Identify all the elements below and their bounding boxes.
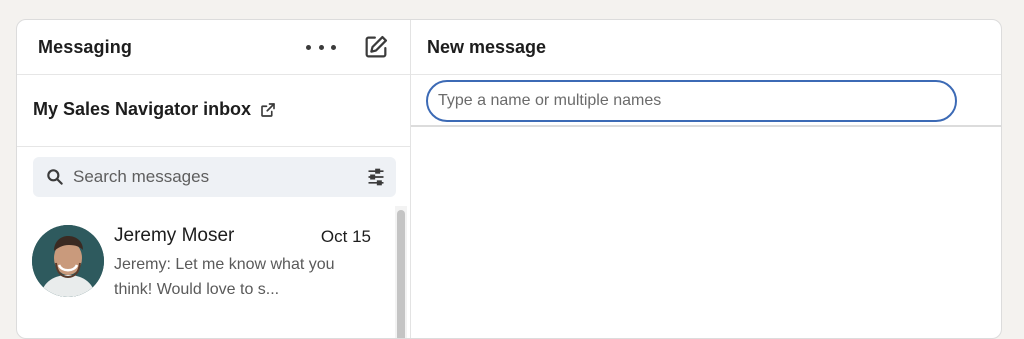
messaging-card: Messaging My Sales Navigator inbox Searc… — [16, 19, 1002, 339]
conversation-pane: Messaging My Sales Navigator inbox Searc… — [17, 20, 411, 338]
search-messages-box[interactable] — [33, 157, 396, 197]
conversation-scrollbar[interactable] — [395, 206, 407, 338]
external-link-icon[interactable] — [259, 101, 277, 119]
recipient-input[interactable] — [426, 80, 957, 122]
sales-navigator-inbox-link[interactable]: My Sales Navigator inbox — [17, 75, 410, 147]
inbox-label: My Sales Navigator inbox — [33, 99, 252, 119]
new-message-title: New message — [427, 36, 547, 57]
compose-pane: New message — [411, 20, 1001, 338]
more-options-icon[interactable] — [306, 37, 336, 57]
avatar — [32, 225, 104, 297]
conversation-preview: Jeremy: Let me know what you think! Woul… — [114, 256, 335, 298]
filter-sliders-icon[interactable] — [366, 167, 386, 187]
compose-icon[interactable] — [362, 33, 390, 61]
compose-header: New message — [411, 20, 1001, 75]
search-input[interactable] — [73, 167, 353, 187]
messaging-header: Messaging — [17, 20, 410, 75]
conversation-date: Oct 15 — [320, 227, 371, 246]
conversation-name: Jeremy Moser — [114, 225, 235, 246]
messaging-title: Messaging — [38, 36, 132, 57]
conversation-item[interactable]: Jeremy Moser Oct 15 Jeremy: Let me know … — [17, 208, 395, 328]
recipient-row — [411, 75, 1001, 127]
search-icon — [47, 169, 63, 185]
scrollbar-thumb[interactable] — [397, 210, 405, 338]
